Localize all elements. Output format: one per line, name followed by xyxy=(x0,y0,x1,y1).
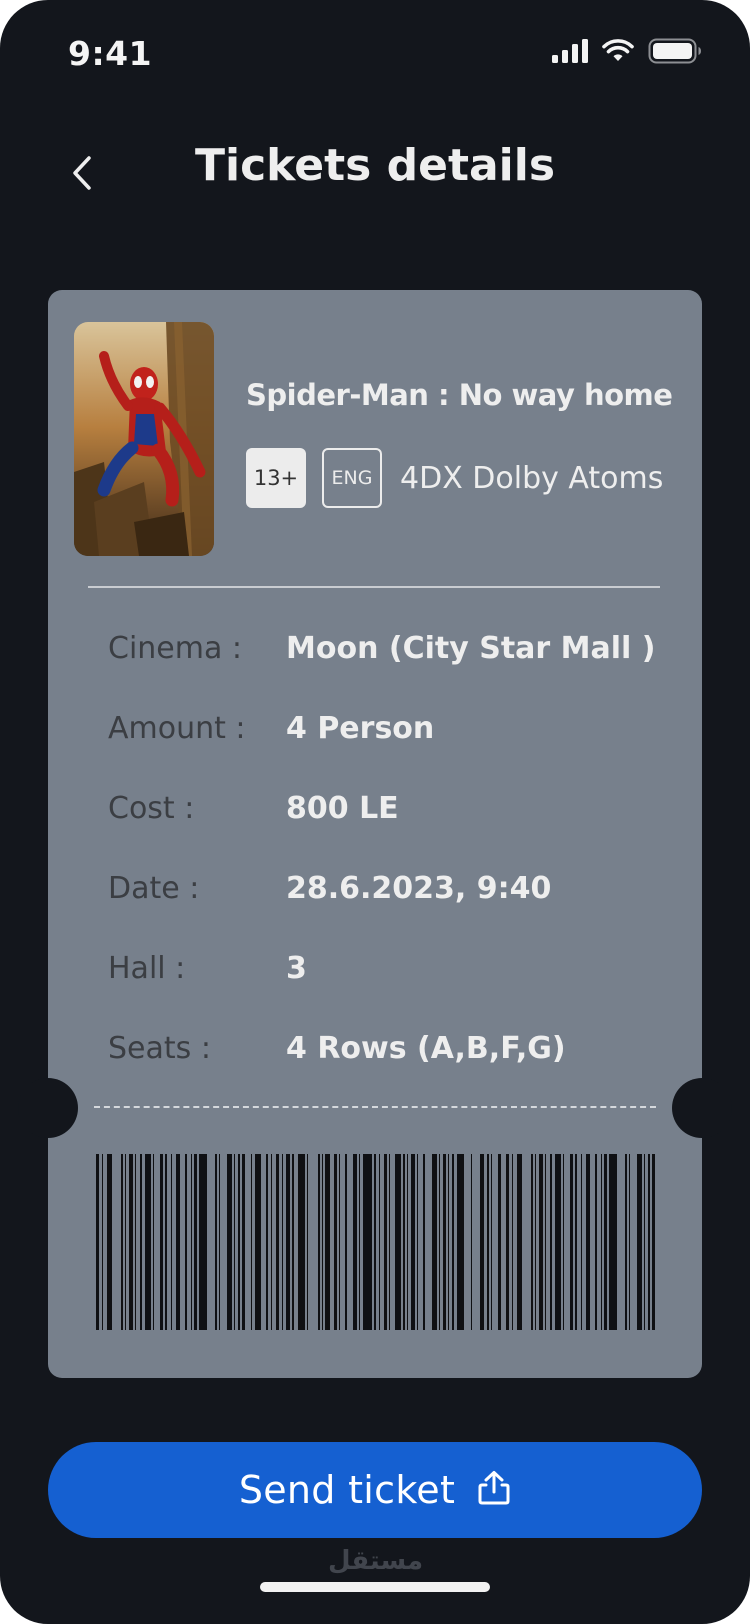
ticket-card: Spider-Man : No way home 13+ ENG 4DX Dol… xyxy=(18,290,732,1378)
detail-label: Hall : xyxy=(108,950,186,986)
battery-icon xyxy=(648,38,702,68)
ticket-notch-left xyxy=(18,1078,78,1138)
send-ticket-label: Send ticket xyxy=(238,1468,456,1512)
ticket-divider xyxy=(88,586,660,588)
detail-label: Amount : xyxy=(108,710,246,746)
detail-row-seats: Seats : 4 Rows (A,B,F,G) xyxy=(108,1008,668,1088)
ticket-barcode xyxy=(96,1154,655,1330)
detail-row-cinema: Cinema : Moon (City Star Mall ) xyxy=(108,608,668,688)
detail-value: 3 xyxy=(286,950,307,986)
detail-label: Date : xyxy=(108,870,200,906)
ticket-perforation xyxy=(94,1106,656,1108)
movie-poster[interactable] xyxy=(74,322,214,556)
status-icons xyxy=(552,38,702,68)
language-badge: ENG xyxy=(322,448,382,508)
age-rating-badge: 13+ xyxy=(246,448,306,508)
detail-value: 4 Person xyxy=(286,710,435,746)
detail-label: Seats : xyxy=(108,1030,211,1066)
send-ticket-button[interactable]: Send ticket xyxy=(48,1442,702,1538)
movie-tags: 13+ ENG 4DX Dolby Atoms xyxy=(246,448,663,508)
ticket-notch-right xyxy=(672,1078,732,1138)
cellular-signal-icon xyxy=(552,39,588,67)
detail-label: Cinema : xyxy=(108,630,243,666)
detail-row-hall: Hall : 3 xyxy=(108,928,668,1008)
phone-screen: 9:41 Tickets details Spider-Man: No way… xyxy=(0,0,750,1624)
watermark-logo: مستقل xyxy=(328,1546,424,1576)
movie-title: Spider-Man : No way home xyxy=(246,378,673,412)
detail-row-cost: Cost : 800 LE xyxy=(108,768,668,848)
home-indicator[interactable] xyxy=(260,1582,490,1592)
detail-value: Moon (City Star Mall ) xyxy=(286,630,656,666)
share-upload-icon xyxy=(477,1470,511,1510)
detail-value: 4 Rows (A,B,F,G) xyxy=(286,1030,566,1066)
detail-value: 28.6.2023, 9:40 xyxy=(286,870,552,906)
detail-label: Cost : xyxy=(108,790,195,826)
detail-row-amount: Amount : 4 Person xyxy=(108,688,668,768)
wifi-icon xyxy=(602,39,634,67)
detail-row-date: Date : 28.6.2023, 9:40 xyxy=(108,848,668,928)
page-title: Tickets details xyxy=(194,140,556,191)
ticket-details: Cinema : Moon (City Star Mall ) Amount :… xyxy=(108,608,668,1088)
status-time: 9:41 xyxy=(68,34,153,73)
detail-value: 800 LE xyxy=(286,790,399,826)
screening-format: 4DX Dolby Atoms xyxy=(400,460,664,496)
